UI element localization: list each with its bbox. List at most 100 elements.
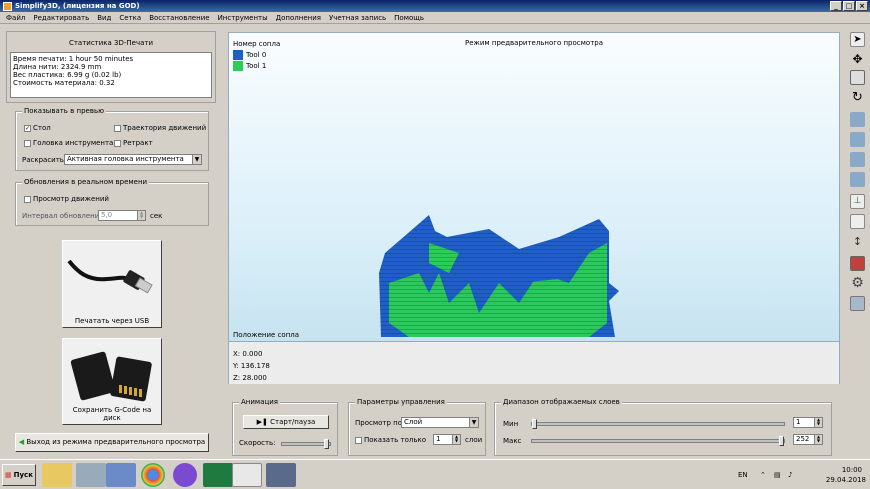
view-side-icon[interactable] [850,152,865,167]
axes-icon[interactable]: ⊥ [850,194,865,209]
movement-checkbox[interactable]: Просмотр движений [24,195,109,203]
gear-icon[interactable]: ⚙ [850,276,865,291]
min-slider-thumb[interactable] [532,419,537,429]
spin-arrows-icon[interactable]: ▲ ▼ [814,418,822,427]
menu-edit[interactable]: Редактировать [29,14,93,22]
view-top-icon[interactable] [850,112,865,127]
select-arrow-icon[interactable]: ➤ [850,32,865,47]
coords-area: X: 0.000 Y: 136.178 Z: 28.000 [228,342,840,384]
save-gcode-button[interactable]: Сохранить G-Code на диск [62,338,162,425]
preview-mode-label: Режим предварительного просмотра [464,39,604,47]
app-cube-icon[interactable] [266,463,296,487]
view-iso-icon[interactable] [850,172,865,187]
left-panel: Статистика 3D-Печати Время печати: 1 hou… [0,25,225,459]
menu-repair[interactable]: Восстановление [145,14,213,22]
menu-view[interactable]: Вид [93,14,115,22]
min-slider[interactable] [531,419,785,429]
min-spinbox[interactable]: 1 ▲ ▼ [793,417,823,428]
view-by-select[interactable]: Слой ▼ [401,417,479,428]
max-slider[interactable] [531,436,785,446]
movement-check[interactable] [24,195,31,203]
network-tray-icon[interactable]: ▤ [774,471,781,479]
wireframe-icon[interactable] [850,214,865,229]
legend-tool1: Tool 1 [233,61,280,72]
show-only-check[interactable] [355,436,362,444]
chevron-down-icon[interactable]: ▼ [192,155,201,164]
retract-checkbox[interactable]: Ретракт [114,139,153,147]
min-value: 1 [796,418,801,426]
language-indicator[interactable]: EN [738,471,748,479]
title-bar: Simplify3D, (лицензия на GOD) _ □ × [0,0,870,12]
cross-section-icon[interactable] [850,256,865,271]
menu-mesh[interactable]: Сетка [115,14,145,22]
print-usb-button[interactable]: Печатать через USB [62,240,162,328]
stats-weight: Вес пластика: 6.99 g (0.02 lb) [13,71,122,79]
stats-box: Время печати: 1 hour 50 minutes Длина ни… [10,52,212,98]
max-slider-thumb[interactable] [779,436,784,446]
realtime-title: Обновления в реальном времени [22,178,150,186]
explorer-icon[interactable] [42,463,72,487]
start-button[interactable]: ▦ Пуск [2,464,36,486]
preview-viewport[interactable]: Номер сопла Tool 0 Tool 1 Режим предвари… [228,32,840,342]
menu-addons[interactable]: Дополнения [272,14,325,22]
speed-slider-thumb[interactable] [324,439,329,449]
retract-check[interactable] [114,139,121,147]
stats-length: Длина нити: 2324.9 mm [13,63,102,71]
volume-icon[interactable]: ♪ [788,471,792,479]
maximize-button[interactable]: □ [843,1,855,11]
show-only-value: 1 [436,435,441,443]
window-title: Simplify3D, (лицензия на GOD) [15,2,140,10]
chevron-down-icon[interactable]: ▼ [469,418,478,427]
toolhead-checkbox[interactable]: Головка инструмента [24,139,113,147]
max-spinbox[interactable]: 252 ▲ ▼ [793,434,823,445]
calculator-icon[interactable] [76,463,106,487]
toolhead-check[interactable] [24,139,31,147]
move-icon[interactable]: ✥ [850,52,865,67]
clock-date: 29.04.2018 [825,476,866,484]
motorcycle-model [379,215,619,337]
simplify3d-taskbar-icon[interactable] [232,463,262,487]
save-gcode-label: Сохранить G-Code на диск [72,406,152,422]
spin-arrows-icon[interactable]: ▲ ▼ [452,435,460,444]
rotate-icon[interactable]: ↻ [850,90,865,105]
spin-arrows-icon[interactable]: ▲ ▼ [814,435,822,444]
windows-logo-icon: ▦ [5,471,12,479]
interval-spinbox[interactable]: 5,0 ▲ ▼ [98,210,146,221]
travel-checkbox[interactable]: Траектория движений [114,124,206,132]
travel-check[interactable] [114,124,121,132]
animation-group: Анимация ▶❚ Старт/пауза Скорость: [232,398,338,456]
exit-preview-button[interactable]: ◀ Выход из режима предварительного просм… [15,433,209,452]
scale-icon[interactable] [850,70,865,85]
close-button[interactable]: × [856,1,868,11]
viber-icon[interactable] [173,463,197,487]
toolhead-label: Головка инструмента [33,139,114,147]
view-front-icon[interactable] [850,132,865,147]
chrome-icon[interactable] [141,463,165,487]
layer-range-group: Диапазон отображаемых слоев Мин 1 ▲ ▼ Макс… [494,398,832,456]
realtime-group: Обновления в реальном времени Просмотр д… [15,178,209,226]
bed-label: Стол [33,124,51,132]
show-only-checkbox[interactable]: Показать только [355,436,426,444]
bed-check[interactable]: ✓ [24,124,31,132]
tray-expand-icon[interactable]: ⌃ [760,471,766,479]
color-select[interactable]: Активная головка инструмента ▼ [64,154,202,165]
speed-slider[interactable] [281,439,331,449]
menu-help[interactable]: Помощь [390,14,428,22]
layers-label: слои [465,436,483,444]
usb-cable-icon [67,259,153,294]
play-pause-button[interactable]: ▶❚ Старт/пауза [243,415,329,429]
network-icon[interactable] [106,463,136,487]
excel-icon[interactable] [203,463,233,487]
minimize-button[interactable]: _ [830,1,842,11]
show-in-preview-title: Показывать в превью [22,107,106,115]
interval-value: 5,0 [101,211,113,219]
menu-file[interactable]: Файл [2,14,29,22]
menu-account[interactable]: Учетная запись [325,14,390,22]
spin-arrows-icon[interactable]: ▲ ▼ [137,211,145,220]
show-only-spinbox[interactable]: 1 ▲ ▼ [433,434,461,445]
menu-tools[interactable]: Инструменты [214,14,272,22]
bed-checkbox[interactable]: ✓ Стол [24,124,51,132]
measure-icon[interactable]: ↕ [850,234,865,249]
supports-icon[interactable] [850,296,865,311]
sd-card-icon [70,351,152,402]
